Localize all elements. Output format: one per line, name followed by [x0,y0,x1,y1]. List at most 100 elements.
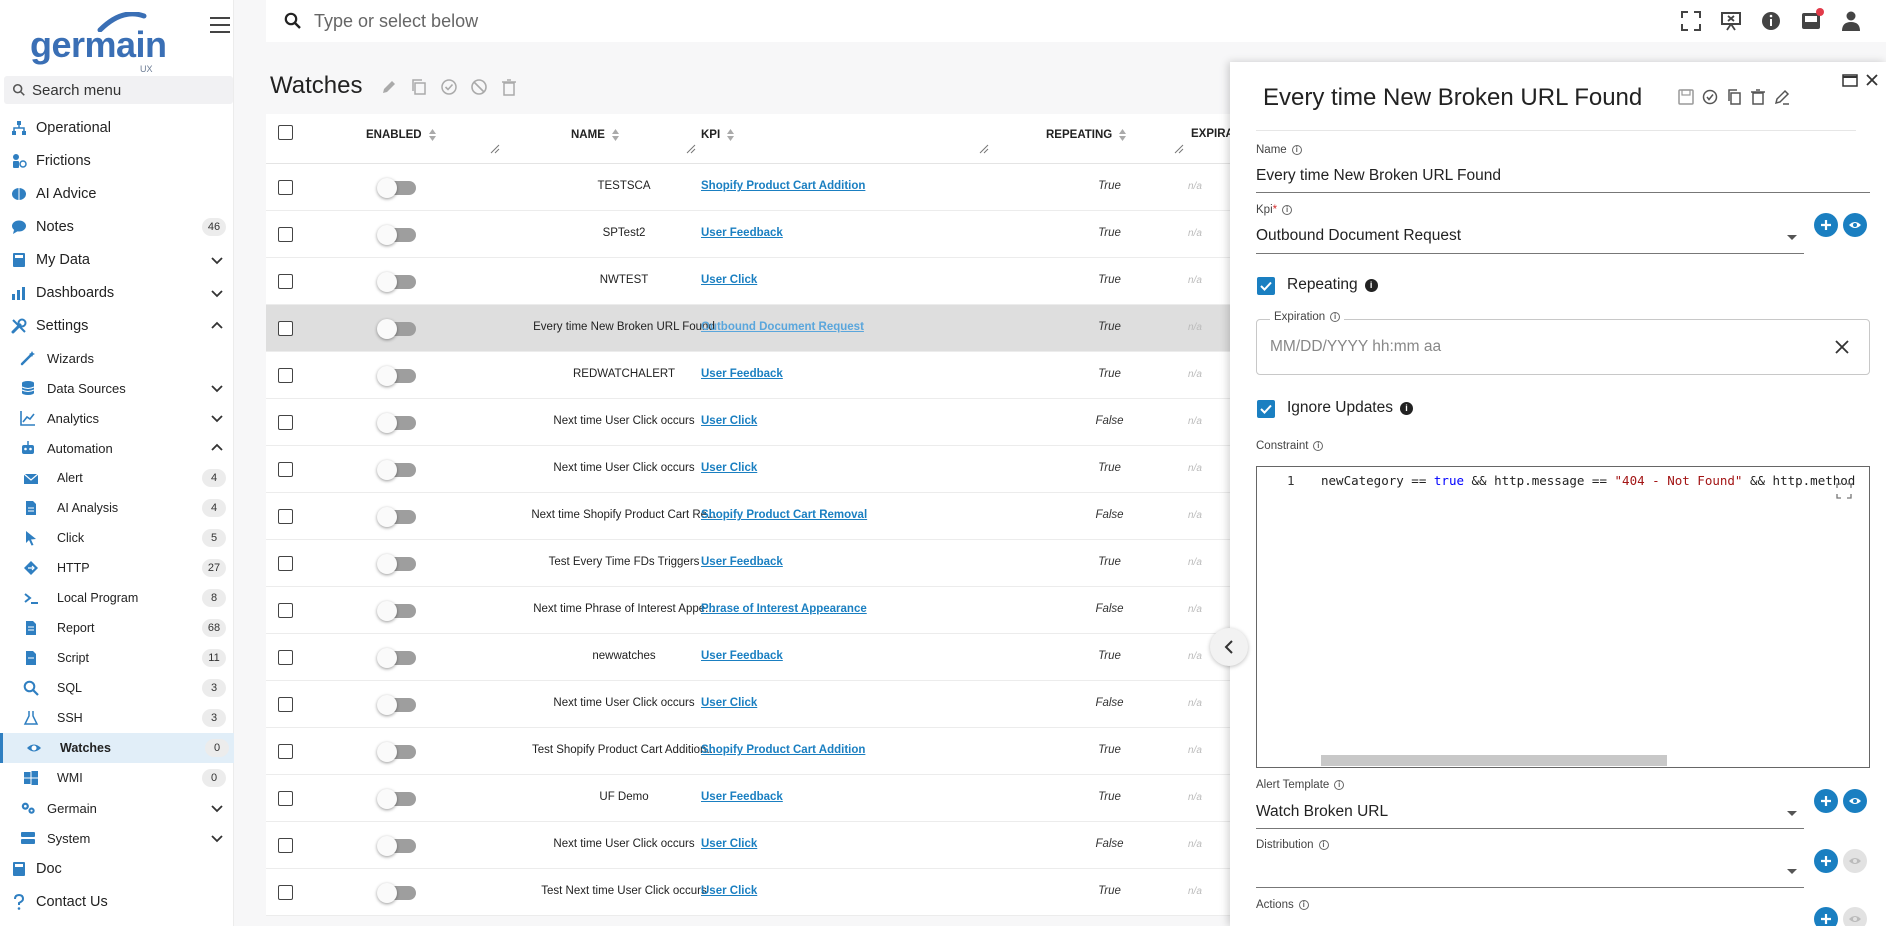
sidebar-item-settings[interactable]: Settings [0,311,234,341]
presentation-icon[interactable] [1720,10,1742,32]
dropdown-arrow-icon[interactable] [1787,235,1797,240]
enabled-toggle[interactable] [377,742,416,762]
row-checkbox[interactable] [278,603,293,618]
sidebar-item-ssh[interactable]: SSH 3 [0,703,234,733]
table-row[interactable]: REDWATCHALERT User Feedback True n/a [266,352,1232,399]
table-row[interactable]: NWTEST User Click True n/a [266,258,1232,305]
sort-icon[interactable] [1118,128,1127,142]
collapse-panel-button[interactable] [1210,628,1248,666]
table-row[interactable]: Test Next time User Click occurs User Cl… [266,869,1232,916]
table-row[interactable]: Test Every Time FDs Triggers User Feedba… [266,540,1232,587]
enabled-toggle[interactable] [377,413,416,433]
column-resize-handle[interactable] [979,144,989,154]
kpi-select[interactable]: Outbound Document Request [1256,227,1461,245]
table-row[interactable]: Next time User Click occurs User Click F… [266,399,1232,446]
sidebar-item-sql[interactable]: SQL 3 [0,673,234,703]
row-checkbox[interactable] [278,462,293,477]
kpi-link[interactable]: User Click [701,838,757,850]
distribution-select[interactable] [1256,887,1804,888]
kpi-link[interactable]: Outbound Document Request [701,321,864,333]
kpi-link[interactable]: User Click [701,697,757,709]
col-header-enabled[interactable]: ENABLED [366,128,437,142]
kpi-link[interactable]: User Feedback [701,227,783,239]
constraint-code[interactable]: newCategory == true && http.message == "… [1321,473,1855,488]
enabled-toggle[interactable] [377,836,416,856]
kpi-link[interactable]: Shopify Product Cart Addition [701,180,865,192]
row-checkbox[interactable] [278,509,293,524]
chevron-down-icon[interactable] [210,801,224,815]
info-icon[interactable] [1760,10,1782,32]
column-resize-handle[interactable] [490,144,500,154]
trash-icon[interactable] [500,78,518,96]
row-checkbox[interactable] [278,697,293,712]
enabled-toggle[interactable] [377,178,416,198]
row-checkbox[interactable] [278,744,293,759]
table-row[interactable]: Next time Phrase of Interest Appe... Phr… [266,587,1232,634]
row-checkbox[interactable] [278,650,293,665]
sidebar-item-ai-advice[interactable]: AI Advice [0,179,234,209]
user-icon[interactable] [1840,10,1862,32]
check-circle-icon[interactable] [440,78,458,96]
add-distribution-button[interactable] [1814,849,1838,873]
row-checkbox[interactable] [278,368,293,383]
sidebar-item-germain[interactable]: Germain [0,793,234,823]
chevron-down-icon[interactable] [210,286,224,300]
view-action-button[interactable] [1843,907,1867,926]
enabled-toggle[interactable] [377,225,416,245]
column-resize-handle[interactable] [1174,144,1184,154]
close-icon[interactable] [1864,72,1880,88]
table-row[interactable]: Next time User Click occurs User Click F… [266,681,1232,728]
column-resize-handle[interactable] [686,144,696,154]
row-checkbox[interactable] [278,274,293,289]
view-alert-template-button[interactable] [1843,789,1867,813]
info-icon[interactable]: i [1364,278,1378,292]
fullscreen-icon[interactable] [1836,483,1852,499]
ban-icon[interactable] [470,78,488,96]
germain-logo[interactable]: germain UX [30,12,170,74]
kpi-link[interactable]: User Click [701,462,757,474]
enabled-toggle[interactable] [377,272,416,292]
row-checkbox[interactable] [278,321,293,336]
col-header-name[interactable]: NAME [571,128,620,142]
select-all-checkbox[interactable] [278,125,293,140]
table-row-selected[interactable]: Every time New Broken URL Found Outbound… [266,305,1232,352]
fullscreen-icon[interactable] [1680,10,1702,32]
kpi-link[interactable]: User Click [701,274,757,286]
row-checkbox[interactable] [278,791,293,806]
sidebar-item-ai-analysis[interactable]: AI Analysis 4 [0,493,234,523]
add-kpi-button[interactable] [1814,213,1838,237]
add-alert-template-button[interactable] [1814,789,1838,813]
row-checkbox[interactable] [278,885,293,900]
kpi-link[interactable]: User Click [701,415,757,427]
sidebar-item-notes[interactable]: Notes 46 [0,212,234,242]
sidebar-item-dashboards[interactable]: Dashboards [0,278,234,308]
chevron-up-icon[interactable] [210,441,224,455]
top-search-bar[interactable]: Type or select below [266,0,1886,42]
info-icon[interactable]: i [1282,205,1293,215]
chevron-up-icon[interactable] [210,319,224,333]
info-icon[interactable]: i [1298,900,1309,910]
kpi-link[interactable]: User Feedback [701,556,783,568]
info-icon[interactable]: i [1400,401,1413,415]
table-row[interactable]: UF Demo User Feedback True n/a [266,775,1232,822]
copy-icon[interactable] [410,78,428,96]
chevron-down-icon[interactable] [210,411,224,425]
chevron-down-icon[interactable] [210,381,224,395]
info-icon[interactable]: i [1334,780,1345,790]
table-row[interactable]: Next time User Click occurs User Click F… [266,822,1232,869]
view-distribution-button[interactable] [1843,849,1867,873]
sidebar-item-data-sources[interactable]: Data Sources [0,373,234,403]
kpi-link[interactable]: User Feedback [701,650,783,662]
enabled-toggle[interactable] [377,460,416,480]
kpi-link[interactable]: Phrase of Interest Appearance [701,603,867,615]
row-checkbox[interactable] [278,180,293,195]
enabled-toggle[interactable] [377,601,416,621]
info-icon[interactable]: i [1313,441,1324,451]
sidebar-item-local-program[interactable]: Local Program 8 [0,583,234,613]
info-icon[interactable]: i [1291,145,1302,155]
row-checkbox[interactable] [278,227,293,242]
enabled-toggle[interactable] [377,507,416,527]
dropdown-arrow-icon[interactable] [1787,811,1797,816]
hamburger-menu-icon[interactable] [210,17,230,35]
col-header-kpi[interactable]: KPI [701,128,735,142]
